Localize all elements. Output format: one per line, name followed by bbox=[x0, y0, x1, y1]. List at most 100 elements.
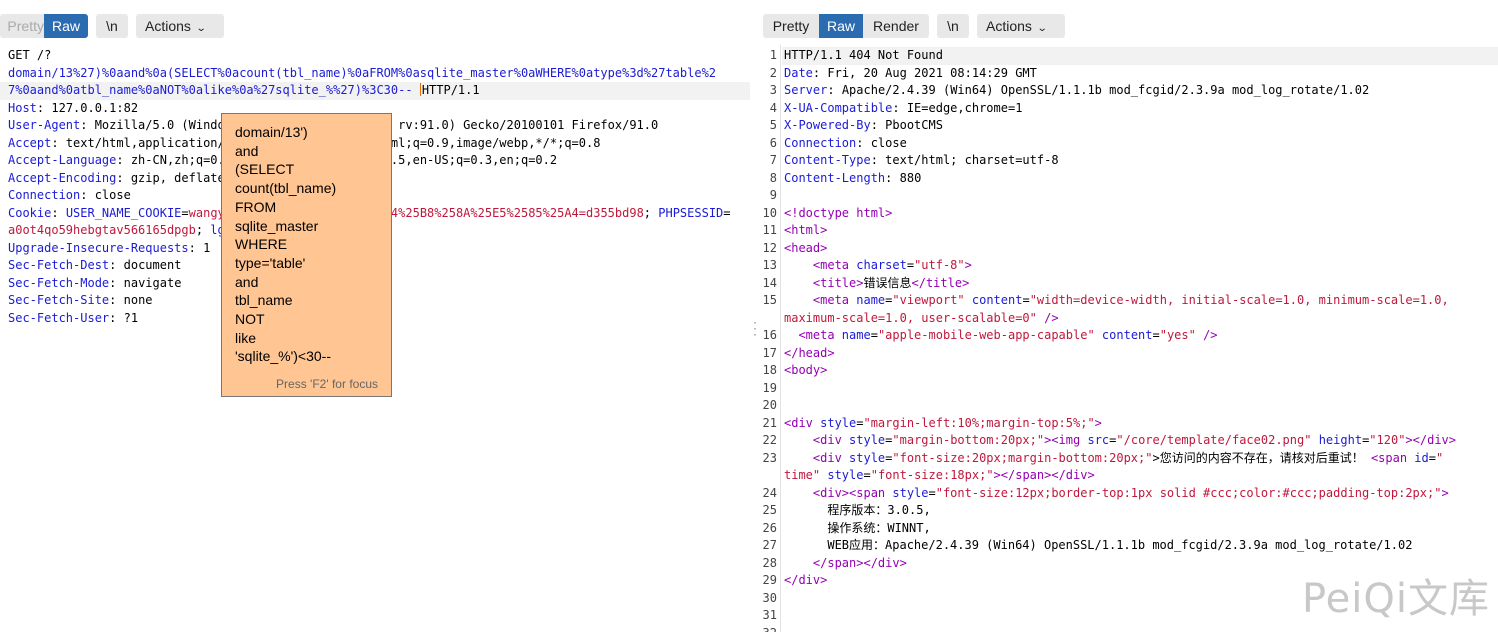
header-key: Sec-Fetch-Dest bbox=[8, 258, 110, 272]
code-attr: name bbox=[841, 328, 871, 342]
tooltip-line: FROM bbox=[235, 198, 277, 215]
code-tag: <span bbox=[1370, 450, 1415, 465]
chevron-down-icon: ⌄ bbox=[1036, 23, 1048, 34]
header-value: IE=edge,chrome=1 bbox=[899, 100, 1023, 115]
header-value: Fri, 20 Aug 2021 08:14:29 GMT bbox=[820, 65, 1037, 80]
header-x-ua-compatible: X-UA-Compatible: IE=edge,chrome=1 bbox=[784, 100, 1023, 115]
header-sec-fetch-mode: Sec-Fetch-Mode: navigate bbox=[8, 275, 182, 290]
header-x-powered-by: X-Powered-By: PbootCMS bbox=[784, 118, 943, 132]
header-content-length: Content-Length: 880 bbox=[784, 170, 922, 185]
code-tag: <title> bbox=[784, 275, 864, 290]
code-tag: > bbox=[1094, 415, 1102, 430]
pretty-button[interactable]: Pretty bbox=[0, 14, 44, 38]
tooltip-line: tbl_name bbox=[235, 292, 293, 309]
header-value: gzip, deflate bbox=[123, 170, 225, 185]
code-meta-viewport-cont: maximum-scale=1.0, user-scalable=0" /> bbox=[784, 310, 1059, 328]
code-tag: <meta bbox=[784, 293, 857, 307]
header-date: Date: Fri, 20 Aug 2021 08:14:29 GMT bbox=[784, 65, 1037, 80]
drag-handle-icon[interactable]: · · · bbox=[752, 319, 758, 341]
code-head-close: </head> bbox=[784, 345, 835, 360]
pretty-button[interactable]: Pretty bbox=[763, 14, 819, 38]
actions-label: Actions bbox=[145, 18, 191, 34]
code-text-os: 操作系统：WINNT, bbox=[784, 520, 931, 535]
header-host: Host: 127.0.0.1:82 bbox=[8, 100, 139, 115]
chevron-down-icon: ⌄ bbox=[195, 23, 207, 34]
response-editor[interactable]: HTTP/1.1 404 Not Found Date: Fri, 20 Aug… bbox=[762, 45, 1498, 632]
tooltip-line: sqlite_master bbox=[235, 217, 319, 234]
header-upgrade: Upgrade-Insecure-Requests: 1 bbox=[8, 240, 211, 255]
code-string: "font-size:12px;border-top:1px solid #cc… bbox=[935, 485, 1442, 500]
code-attr: content bbox=[971, 293, 1023, 307]
code-string: time" bbox=[784, 468, 821, 482]
code-string: "font-size:20px;margin-bottom:20px;" bbox=[892, 450, 1153, 465]
tooltip-line: NOT bbox=[235, 311, 265, 327]
code-tag: /> bbox=[1195, 328, 1218, 342]
header-value: 880 bbox=[892, 170, 922, 185]
code-tag: /> bbox=[1036, 310, 1059, 325]
code-tag: </title> bbox=[911, 275, 970, 290]
code-string: "margin-left:10%;margin-top:5%;" bbox=[863, 415, 1095, 430]
code-string: "apple-mobile-web-app-capable" bbox=[877, 328, 1095, 342]
code-attr: style bbox=[892, 485, 929, 500]
code-span-div-close: </span></div> bbox=[784, 555, 907, 570]
code-string: "yes" bbox=[1159, 328, 1196, 342]
code-div-image: <div style="margin-bottom:20px;"><img sr… bbox=[784, 433, 1456, 447]
actions-button[interactable]: Actions ⌄ bbox=[977, 14, 1065, 38]
code-attr: height bbox=[1318, 433, 1363, 447]
code-text-version: 程序版本：3.0.5, bbox=[784, 503, 931, 517]
newline-toggle-button[interactable]: \n bbox=[96, 14, 128, 38]
code-string: "margin-bottom:20px;" bbox=[892, 433, 1045, 447]
header-value: document bbox=[116, 258, 182, 272]
header-value: none bbox=[116, 293, 153, 307]
code-string: " bbox=[1435, 450, 1444, 465]
code-head-open: <head> bbox=[784, 240, 828, 255]
header-value: Apache/2.4.39 (Win64) OpenSSL/1.1.1b mod… bbox=[834, 83, 1370, 97]
cookie-value: a0ot4qo59hebgtav566165dpgb bbox=[8, 223, 196, 237]
header-key: Sec-Fetch-User bbox=[8, 310, 110, 325]
code-meta-charset: <meta charset="utf-8"> bbox=[784, 258, 972, 272]
code-tag: <meta bbox=[784, 258, 857, 272]
code-meta-apple: <meta name="apple-mobile-web-app-capable… bbox=[784, 328, 1218, 342]
code-attr: style bbox=[827, 468, 864, 482]
code-div-footer: <div><span style="font-size:12px;border-… bbox=[784, 485, 1449, 500]
raw-button[interactable]: Raw bbox=[44, 14, 88, 38]
code-div-message: <div style="font-size:20px;margin-bottom… bbox=[784, 450, 1444, 465]
tooltip-line: and bbox=[235, 273, 259, 290]
code-attr: charset bbox=[856, 258, 907, 272]
header-accept-encoding: Accept-Encoding: gzip, deflate bbox=[8, 170, 225, 185]
render-button[interactable]: Render bbox=[863, 14, 929, 38]
code-body-open: <body> bbox=[784, 363, 828, 377]
header-key: Upgrade-Insecure-Requests bbox=[8, 240, 189, 255]
code-string: "/core/template/face02.png" bbox=[1116, 433, 1312, 447]
code-tag: <meta bbox=[784, 328, 842, 342]
code-tag: ></span></div> bbox=[993, 468, 1095, 482]
header-key: Content-Type bbox=[784, 153, 871, 167]
header-key: X-Powered-By bbox=[784, 118, 871, 132]
code-string: maximum-scale=1.0, user-scalable=0" bbox=[784, 310, 1037, 325]
tooltip-line: (SELECT bbox=[235, 161, 295, 178]
header-key: Accept-Encoding bbox=[8, 170, 117, 185]
request-url-line-cont: 7%0aand%0atbl_name%0aNOT%0alike%0a%27sql… bbox=[8, 82, 480, 100]
header-key: Accept bbox=[8, 135, 52, 150]
tooltip-line: count(tbl_name) bbox=[235, 180, 337, 197]
code-attr: style bbox=[849, 433, 886, 447]
tooltip-line: and bbox=[235, 142, 259, 159]
code-div-message-cont: time" style="font-size:18px;"></span></d… bbox=[784, 468, 1095, 482]
header-key: Server bbox=[784, 83, 828, 97]
code-text-web: WEB应用：Apache/2.4.39 (Win64) OpenSSL/1.1.… bbox=[784, 538, 1413, 552]
code-meta-viewport: <meta name="viewport" content="width=dev… bbox=[784, 293, 1449, 307]
decoded-url-tooltip[interactable]: domain/13') and (SELECT count(tbl_name) … bbox=[221, 113, 392, 397]
pane-splitter[interactable] bbox=[750, 0, 762, 632]
code-tag: <div bbox=[784, 415, 821, 430]
newline-toggle-button[interactable]: \n bbox=[937, 14, 969, 38]
actions-button[interactable]: Actions ⌄ bbox=[136, 14, 224, 38]
header-connection: Connection: close bbox=[784, 135, 907, 150]
request-url-tail: 7%0aand%0atbl_name%0aNOT%0alike%0a%27sql… bbox=[8, 83, 413, 97]
header-content-type: Content-Type: text/html; charset=utf-8 bbox=[784, 153, 1059, 167]
code-tag: <div bbox=[784, 433, 850, 447]
raw-button[interactable]: Raw bbox=[819, 14, 863, 38]
request-view-toggle: Pretty Raw bbox=[0, 14, 88, 38]
code-string: "viewport" bbox=[892, 293, 965, 307]
code-html-open: <html> bbox=[784, 223, 828, 237]
code-attr: name bbox=[856, 293, 886, 307]
